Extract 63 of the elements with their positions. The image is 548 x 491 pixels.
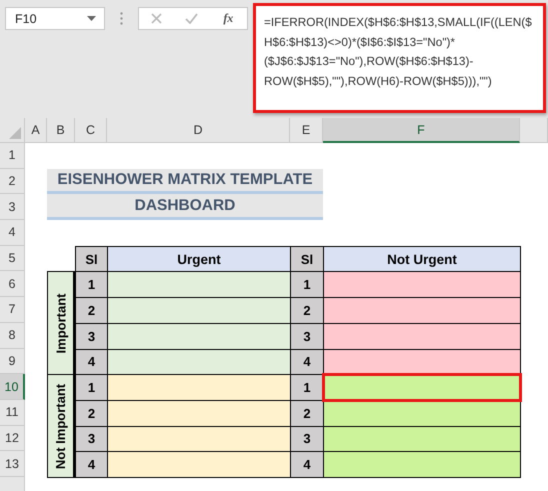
sheet-subtitle: DASHBOARD xyxy=(47,194,323,220)
table-cell: 1 xyxy=(290,374,324,401)
drag-handle-icon[interactable] xyxy=(120,12,123,25)
table-cell[interactable] xyxy=(323,271,521,298)
check-icon[interactable] xyxy=(184,13,198,24)
table-header: Urgent xyxy=(107,246,291,272)
table-cell[interactable] xyxy=(323,426,521,452)
caret-icon[interactable] xyxy=(87,16,96,21)
table-header: Sl xyxy=(290,246,324,272)
table-cell: 2 xyxy=(290,297,324,324)
table-cell: 4 xyxy=(290,451,324,478)
row-header[interactable]: 8 xyxy=(0,322,25,348)
table-cell[interactable] xyxy=(107,271,291,298)
row-header[interactable]: 1 xyxy=(0,143,25,169)
column-header[interactable]: B xyxy=(47,118,75,143)
table-cell: 3 xyxy=(75,322,108,350)
row-header[interactable]: 4 xyxy=(0,220,25,246)
table-cell[interactable] xyxy=(323,374,521,401)
table-cell: 2 xyxy=(75,297,108,324)
row-header[interactable]: 13 xyxy=(0,451,25,477)
name-box[interactable]: F10 xyxy=(5,7,105,30)
table-cell: 2 xyxy=(75,400,108,427)
insert-function-button[interactable]: fx xyxy=(221,11,236,26)
table-cell: 3 xyxy=(290,322,324,350)
table-cell[interactable] xyxy=(323,322,521,350)
row-header[interactable]: 3 xyxy=(0,194,25,220)
sheet-title: EISENHOWER MATRIX TEMPLATE xyxy=(47,168,323,194)
table-cell: 2 xyxy=(290,400,324,427)
row-header[interactable]: 7 xyxy=(0,297,25,323)
table-cell[interactable] xyxy=(107,322,291,350)
row-header[interactable]: 10 xyxy=(0,374,25,400)
table-cell: 4 xyxy=(290,348,324,376)
column-header[interactable]: F xyxy=(323,118,520,143)
table-cell: 3 xyxy=(290,426,324,452)
table-cell[interactable] xyxy=(107,426,291,452)
column-header[interactable]: D xyxy=(107,118,290,143)
table-cell[interactable] xyxy=(107,400,291,427)
row-header[interactable]: 2 xyxy=(0,168,25,194)
table-cell[interactable] xyxy=(107,451,291,478)
column-header[interactable]: A xyxy=(25,118,47,143)
column-header[interactable]: E xyxy=(290,118,323,143)
table-header: Sl xyxy=(75,246,108,272)
table-header: Not Urgent xyxy=(323,246,521,272)
group-label: Important xyxy=(53,293,68,354)
row-header[interactable]: 9 xyxy=(0,348,25,374)
table-cell[interactable] xyxy=(107,348,291,376)
table-cell: 3 xyxy=(75,426,108,452)
formula-bar[interactable]: =IFERROR(INDEX($H$6:$H$13,SMALL(IF((LEN($H$6:$H$13)<>0)*($I$6:$I$13="No")*($J$6:$J$13="No"),ROW($H$6:$H$13)-ROW($H$5),""),ROW(H6)-ROW($H$5))),"") xyxy=(253,3,546,113)
row-header[interactable]: 5 xyxy=(0,246,25,272)
table-cell: 4 xyxy=(75,348,108,376)
column-header[interactable]: C xyxy=(75,118,107,143)
table-cell: 1 xyxy=(75,271,108,298)
row-header[interactable]: 11 xyxy=(0,400,25,426)
table-cell[interactable] xyxy=(107,374,291,401)
table-cell: 1 xyxy=(75,374,108,401)
row-header[interactable]: 6 xyxy=(0,271,25,298)
table-cell: 1 xyxy=(290,271,324,298)
row-header[interactable]: 12 xyxy=(0,426,25,452)
table-cell[interactable] xyxy=(323,297,521,324)
group-label: Not Important xyxy=(53,383,68,469)
table-cell[interactable] xyxy=(107,297,291,324)
table-cell[interactable] xyxy=(323,451,521,478)
table-cell: 4 xyxy=(75,451,108,478)
